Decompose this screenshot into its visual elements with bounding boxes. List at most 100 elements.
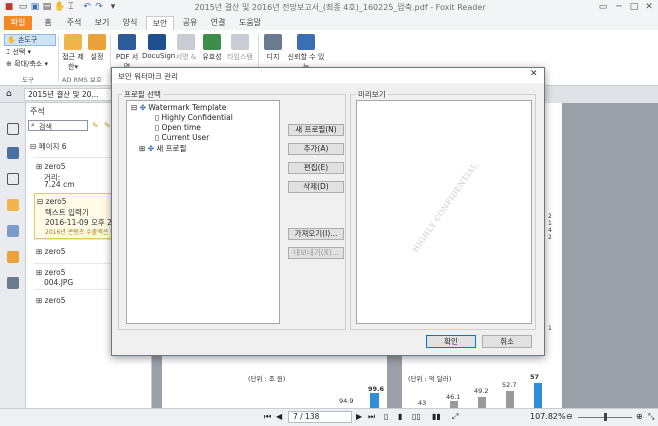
template-icon: ✤ — [147, 144, 154, 153]
timestamp-button[interactable]: 타임스탬 — [226, 34, 254, 62]
tab-connect[interactable]: 연결 — [206, 16, 230, 30]
hand-tool-icon: ✋ — [7, 36, 16, 44]
signatures-icon[interactable] — [7, 277, 19, 289]
select-tool-button[interactable]: ⌶ 선택 ▾ — [6, 47, 31, 57]
preview-pane: HIGHLY CONFIDENTIAL — [356, 100, 532, 324]
digital-id-button[interactable]: 디지 — [262, 34, 284, 62]
next-page-icon[interactable]: ▶ — [356, 412, 362, 421]
zoom-in-icon[interactable]: ⊕ — [636, 412, 643, 421]
permissions-button[interactable]: 접근 제한▾ — [62, 34, 84, 72]
add-button[interactable]: 추가(A) — [288, 143, 344, 155]
edit-button[interactable]: 편집(E) — [288, 162, 344, 174]
comment-options-icon[interactable]: ✎ — [104, 121, 111, 130]
collapse-icon: ⊟ — [30, 142, 37, 151]
watermark-preview-text: HIGHLY CONFIDENTIAL — [410, 161, 480, 254]
tab-share[interactable]: 공유 — [178, 16, 202, 30]
hand-icon[interactable]: ✋ — [54, 2, 65, 12]
tab-form[interactable]: 양식 — [118, 16, 142, 30]
tree-item[interactable]: ▯ Highly Confidential — [155, 113, 233, 122]
tab-home[interactable]: 홈 — [36, 16, 60, 30]
comments-icon[interactable] — [7, 199, 19, 211]
dialog-close-button[interactable]: ✕ — [530, 69, 538, 79]
chart-bar — [450, 401, 458, 408]
new-profile-button[interactable]: 새 프로필(N) — [288, 124, 344, 136]
comment-author: ⊟ zero5 — [37, 197, 67, 206]
bar-value-label: 57 — [530, 373, 540, 381]
bar-value-label: 99.6 — [368, 385, 385, 393]
tab-comment[interactable]: 주석 — [62, 16, 86, 30]
profile-tree[interactable]: ⊟ ✤ Watermark Template ▯ Highly Confiden… — [126, 100, 280, 324]
clock-icon — [231, 34, 249, 50]
close-button[interactable]: ✕ — [642, 1, 656, 13]
zoom-value: 107.82% — [530, 412, 566, 421]
layers-icon[interactable] — [7, 173, 19, 185]
lock-icon — [64, 34, 82, 50]
tree-item[interactable]: ▯ Open time — [155, 123, 201, 132]
redo-icon[interactable]: ↷ — [94, 2, 104, 12]
delete-button[interactable]: 삭제(D) — [288, 181, 344, 193]
attachments-icon[interactable] — [7, 225, 19, 237]
bar-value-label: 52.7 — [502, 381, 517, 389]
comment-filter-icon[interactable]: ✎ — [92, 121, 99, 130]
chart-unit-label: (단위 : 조 원) — [248, 375, 286, 383]
zoom-tool-button[interactable]: ⊕ 확대/축소 ▾ — [6, 59, 48, 69]
facing-icon[interactable]: ▯▯ — [412, 412, 421, 421]
security-icon[interactable] — [7, 251, 19, 263]
dialog-title-bar: 보안 워터마크 관리 ✕ — [112, 68, 544, 83]
expand-icon: ⊞ — [139, 144, 146, 153]
status-bar: ⏮ ◀ 7 / 138 ▶ ⏭ ▯ ▮ ▯▯ ▮▮ ⤢ 107.82% ⊖ ⊕ … — [0, 408, 658, 426]
save-icon[interactable]: ▣ — [30, 2, 40, 12]
continuous-icon[interactable]: ▮ — [398, 412, 402, 421]
window-title: 2015년 결산 및 2016년 전망보고서_(최종 4호)_160225_압축… — [194, 3, 486, 12]
tree-item[interactable]: ▯ Current User — [155, 133, 209, 142]
print-icon[interactable]: ▤ — [42, 2, 52, 12]
rms-settings-button[interactable]: 설정 — [86, 34, 108, 62]
zoom-slider-handle[interactable] — [604, 413, 607, 421]
page-number-input[interactable]: 7 / 138 — [288, 411, 352, 423]
single-page-icon[interactable]: ▯ — [384, 412, 388, 421]
checkmark-icon — [203, 34, 221, 50]
comment-author: ⊞ zero5 — [36, 268, 66, 277]
page-group[interactable]: ⊟ 페이지 6 — [30, 141, 67, 152]
restore-icon[interactable]: ▭ — [596, 1, 610, 13]
zoom-out-icon[interactable]: ⊖ — [566, 412, 573, 421]
hand-tool-button[interactable]: ✋ 손도구 — [4, 34, 56, 46]
tab-file[interactable]: 파일 — [4, 16, 32, 30]
pen-icon — [118, 34, 136, 50]
pages-icon[interactable] — [7, 147, 19, 159]
export-button[interactable]: 내보내기(X)... — [288, 247, 344, 259]
open-icon[interactable]: ▭ — [18, 2, 28, 12]
comment-search-input[interactable]: ⌕ 검색 — [28, 120, 88, 131]
collapse-icon: ⊟ — [131, 103, 138, 112]
maximize-button[interactable]: □ — [627, 1, 641, 13]
sign-certify-button[interactable]: 서명 & — [174, 34, 198, 62]
minimize-button[interactable]: ─ — [612, 1, 626, 13]
certificate-icon — [297, 34, 315, 50]
watermark-dialog: 보안 워터마크 관리 ✕ 프로필 선택 ⊟ ✤ Watermark Templa… — [111, 67, 545, 356]
validate-button[interactable]: 유효성 — [200, 34, 224, 62]
chart-unit-label: (단위 : 억 달러) — [408, 375, 452, 383]
fit-icon[interactable]: ⤢ — [452, 412, 458, 422]
document-icon: ▯ — [155, 123, 160, 132]
tab-help[interactable]: 도움말 — [234, 16, 266, 30]
tree-root[interactable]: ⊟ ✤ Watermark Template — [131, 103, 226, 112]
cover-icon[interactable]: ▮▮ — [432, 412, 441, 421]
import-button[interactable]: 가져오기(I)... — [288, 228, 344, 240]
tab-security[interactable]: 보안 — [146, 16, 174, 30]
cancel-button[interactable]: 취소 — [482, 335, 532, 348]
select-icon[interactable]: ⌶ — [66, 2, 76, 12]
last-page-icon[interactable]: ⏭ — [368, 412, 375, 422]
prev-page-icon[interactable]: ◀ — [276, 412, 282, 421]
tree-item-new-profile[interactable]: ⊞ ✤ 새 프로필 — [139, 143, 186, 154]
ok-button[interactable]: 확인 — [426, 335, 476, 348]
docusign-button[interactable]: DocuSign — [142, 34, 175, 60]
expand-icon[interactable]: ⤡ — [648, 412, 654, 422]
customize-icon[interactable]: ▾ — [108, 2, 118, 12]
profile-group-label: 프로필 선택 — [122, 89, 163, 100]
home-tab-icon[interactable]: ⌂ — [6, 88, 20, 100]
tab-view[interactable]: 보기 — [90, 16, 114, 30]
undo-icon[interactable]: ↶ — [82, 2, 92, 12]
bookmark-icon[interactable] — [7, 123, 19, 135]
document-icon: ▯ — [155, 133, 160, 142]
first-page-icon[interactable]: ⏮ — [264, 412, 271, 422]
